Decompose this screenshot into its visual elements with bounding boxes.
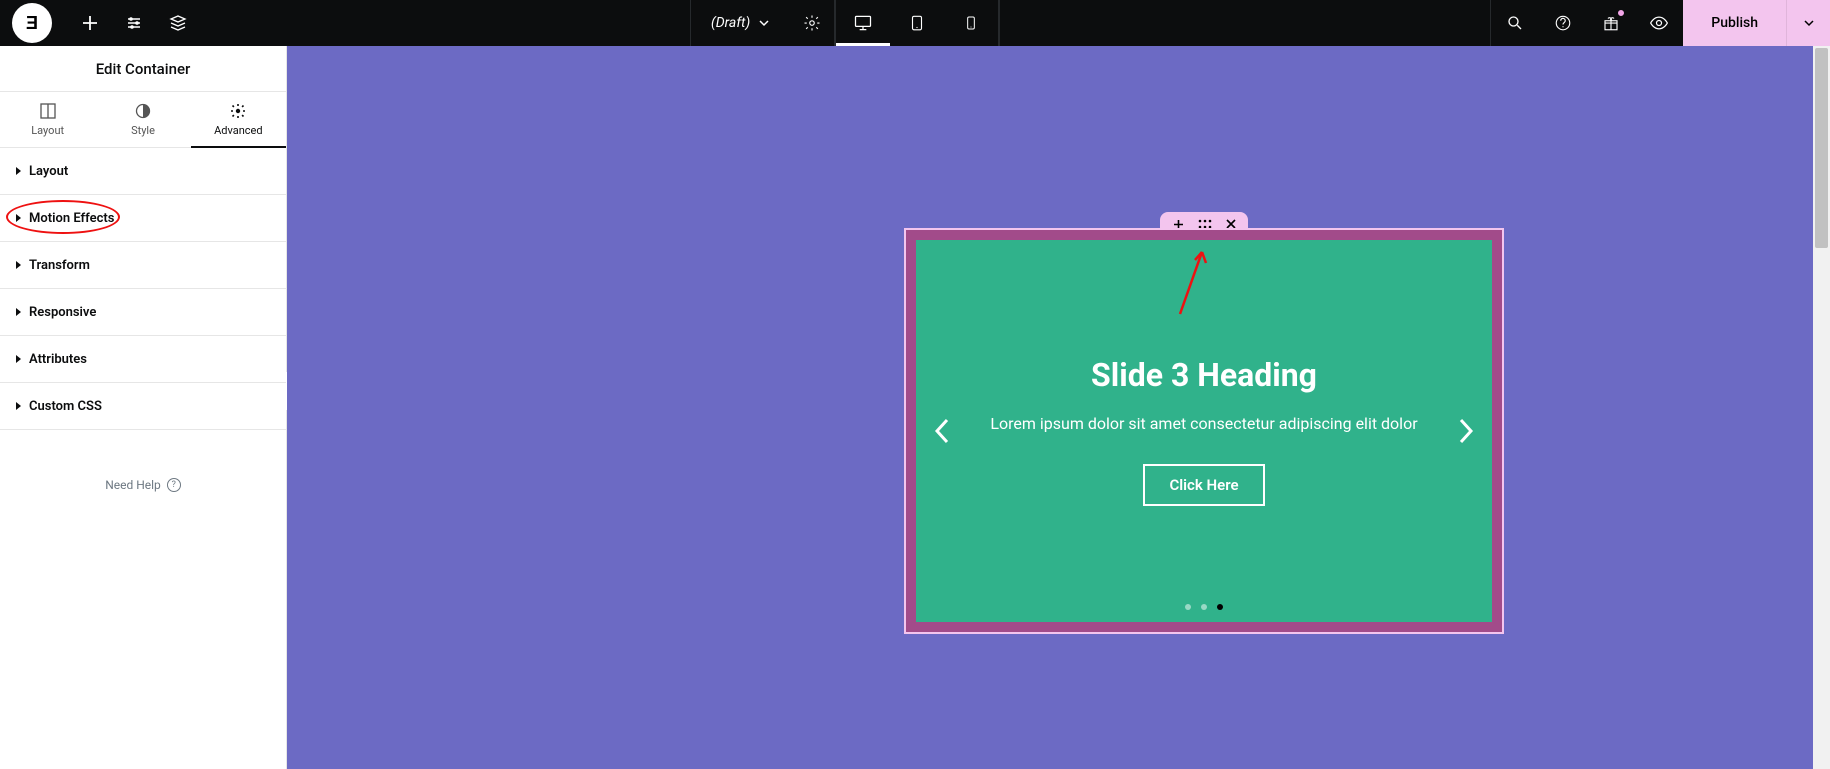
editor-canvas[interactable]: Slide 3 Heading Lorem ipsum dolor sit am… bbox=[287, 46, 1830, 769]
document-status[interactable]: (Draft) bbox=[691, 0, 790, 46]
section-responsive-label: Responsive bbox=[29, 305, 96, 320]
section-layout-label: Layout bbox=[29, 164, 68, 179]
topbar-center: (Draft) bbox=[200, 0, 1490, 46]
elementor-logo-icon: E bbox=[26, 13, 38, 34]
desktop-icon bbox=[853, 13, 873, 33]
section-custom-css[interactable]: Custom CSS bbox=[0, 383, 286, 430]
topbar-right: Publish bbox=[1490, 0, 1830, 46]
container-border: Slide 3 Heading Lorem ipsum dolor sit am… bbox=[904, 228, 1504, 634]
editor-sidebar: Edit Container Layout Style Advanced Lay… bbox=[0, 46, 287, 769]
section-transform[interactable]: Transform bbox=[0, 242, 286, 289]
slide-dot-3[interactable] bbox=[1217, 604, 1223, 610]
tablet-icon bbox=[908, 14, 926, 32]
section-motion-effects[interactable]: Motion Effects bbox=[0, 195, 286, 242]
section-attributes[interactable]: Attributes bbox=[0, 336, 286, 383]
help-icon: ? bbox=[167, 478, 181, 492]
preview-button[interactable] bbox=[1635, 0, 1683, 46]
add-widget-button[interactable] bbox=[68, 0, 112, 46]
page-settings-button[interactable] bbox=[790, 0, 834, 46]
caret-right-icon bbox=[16, 214, 21, 222]
slide-cta-button[interactable]: Click Here bbox=[1143, 464, 1264, 506]
chevron-down-icon bbox=[1803, 17, 1815, 29]
sliders-icon bbox=[125, 14, 143, 32]
section-responsive[interactable]: Responsive bbox=[0, 289, 286, 336]
help-button[interactable] bbox=[1539, 0, 1587, 46]
section-attributes-label: Attributes bbox=[29, 352, 87, 367]
caret-right-icon bbox=[16, 167, 21, 175]
slide-next-button[interactable] bbox=[1448, 408, 1484, 454]
search-icon bbox=[1506, 14, 1524, 32]
vertical-scrollbar[interactable] bbox=[1813, 46, 1830, 769]
device-desktop[interactable] bbox=[836, 0, 890, 46]
gear-icon bbox=[230, 103, 246, 119]
need-help-link[interactable]: Need Help ? bbox=[0, 478, 286, 492]
topbar-left: E bbox=[0, 0, 200, 46]
tab-advanced-label: Advanced bbox=[214, 124, 262, 137]
whats-new-button[interactable] bbox=[1587, 0, 1635, 46]
help-icon bbox=[1554, 14, 1572, 32]
eye-icon bbox=[1649, 13, 1669, 33]
responsive-devices bbox=[835, 0, 999, 46]
main: Edit Container Layout Style Advanced Lay… bbox=[0, 46, 1830, 769]
tab-style-label: Style bbox=[131, 124, 155, 137]
layers-icon bbox=[169, 14, 187, 32]
panel-tabs: Layout Style Advanced bbox=[0, 92, 286, 148]
draft-label: (Draft) bbox=[711, 15, 750, 31]
site-settings-button[interactable] bbox=[112, 0, 156, 46]
device-tablet[interactable] bbox=[890, 0, 944, 46]
need-help-label: Need Help bbox=[105, 478, 161, 492]
panel-title: Edit Container bbox=[0, 46, 286, 92]
caret-right-icon bbox=[16, 355, 21, 363]
chevron-right-icon bbox=[1458, 418, 1474, 444]
slide-heading: Slide 3 Heading bbox=[1091, 356, 1317, 394]
device-mobile[interactable] bbox=[944, 0, 998, 46]
slide-pagination bbox=[1185, 604, 1223, 610]
tab-layout[interactable]: Layout bbox=[0, 92, 95, 147]
slide-widget[interactable]: Slide 3 Heading Lorem ipsum dolor sit am… bbox=[916, 240, 1492, 622]
top-bar: E (Draft) bbox=[0, 0, 1830, 46]
layout-icon bbox=[40, 103, 56, 119]
slide-dot-2[interactable] bbox=[1201, 604, 1207, 610]
tab-layout-label: Layout bbox=[31, 124, 64, 137]
tab-advanced[interactable]: Advanced bbox=[191, 92, 286, 147]
publish-button[interactable]: Publish bbox=[1683, 0, 1786, 46]
scrollbar-thumb[interactable] bbox=[1815, 48, 1828, 248]
chevron-down-icon bbox=[758, 17, 770, 29]
plus-icon bbox=[82, 15, 98, 31]
section-transform-label: Transform bbox=[29, 258, 90, 273]
style-icon bbox=[135, 103, 151, 119]
section-layout[interactable]: Layout bbox=[0, 148, 286, 195]
gear-icon bbox=[803, 14, 821, 32]
tab-style[interactable]: Style bbox=[95, 92, 190, 147]
section-motion-effects-label: Motion Effects bbox=[29, 211, 114, 226]
elementor-logo[interactable]: E bbox=[12, 3, 52, 43]
caret-right-icon bbox=[16, 261, 21, 269]
caret-right-icon bbox=[16, 308, 21, 316]
slide-prev-button[interactable] bbox=[924, 408, 960, 454]
structure-button[interactable] bbox=[156, 0, 200, 46]
selected-container[interactable]: Slide 3 Heading Lorem ipsum dolor sit am… bbox=[904, 228, 1504, 634]
finder-button[interactable] bbox=[1491, 0, 1539, 46]
gift-icon bbox=[1602, 14, 1620, 32]
chevron-left-icon bbox=[934, 418, 950, 444]
caret-right-icon bbox=[16, 402, 21, 410]
mobile-icon bbox=[963, 15, 979, 31]
slide-body: Lorem ipsum dolor sit amet consectetur a… bbox=[990, 412, 1417, 436]
accordion: Layout Motion Effects Transform Responsi… bbox=[0, 148, 286, 430]
notification-dot bbox=[1617, 9, 1625, 17]
slide-dot-1[interactable] bbox=[1185, 604, 1191, 610]
section-custom-css-label: Custom CSS bbox=[29, 399, 102, 414]
publish-options-button[interactable] bbox=[1786, 0, 1830, 46]
